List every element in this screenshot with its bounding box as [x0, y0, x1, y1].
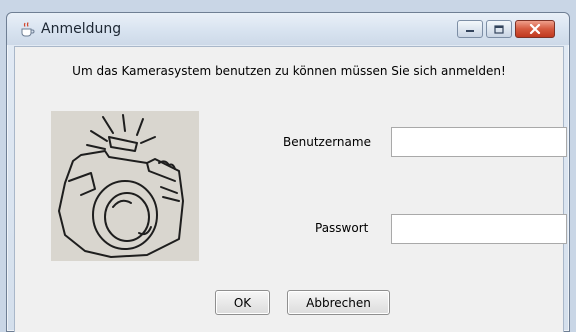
- title-bar[interactable]: Anmeldung: [7, 13, 569, 45]
- minimize-icon: [466, 30, 474, 32]
- login-message: Um das Kamerasystem benutzen zu können m…: [72, 64, 506, 78]
- camera-icon: [58, 114, 184, 258]
- cancel-button[interactable]: Abbrechen: [287, 290, 390, 315]
- dialog-content: Um das Kamerasystem benutzen zu können m…: [14, 46, 567, 332]
- login-window: Anmeldung Um das Kamerasystem benutzen z…: [6, 12, 570, 332]
- camera-illustration: [51, 111, 199, 261]
- window-title: Anmeldung: [41, 21, 122, 37]
- maximize-button[interactable]: [486, 20, 512, 38]
- username-field[interactable]: [391, 127, 567, 157]
- window-controls: [457, 20, 555, 38]
- ok-button[interactable]: OK: [215, 290, 270, 315]
- close-icon: [529, 24, 541, 34]
- username-label: Benutzername: [283, 135, 371, 149]
- maximize-icon: [494, 24, 504, 34]
- password-label: Passwort: [315, 221, 369, 235]
- password-field[interactable]: [391, 214, 567, 244]
- minimize-button[interactable]: [457, 20, 483, 38]
- java-cup-icon: [19, 21, 35, 37]
- close-button[interactable]: [515, 20, 555, 38]
